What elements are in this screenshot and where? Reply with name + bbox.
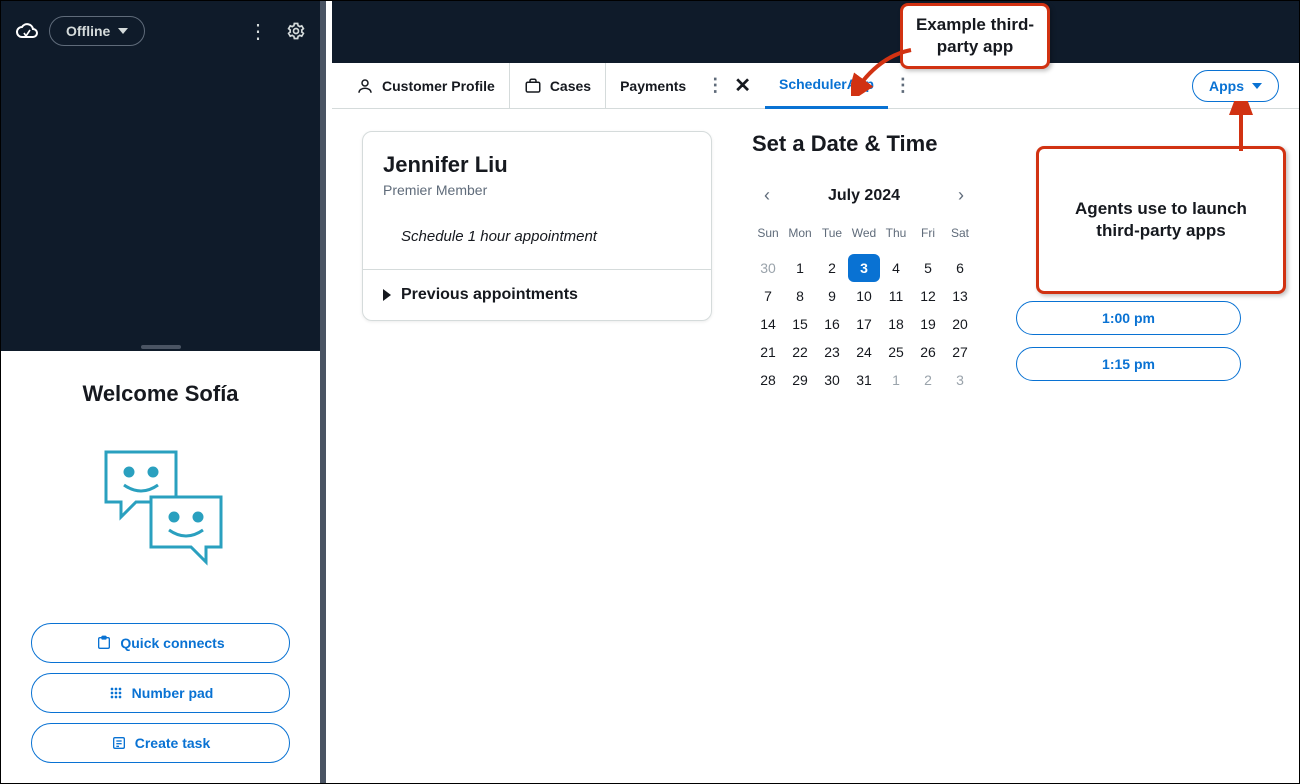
calendar-day[interactable]: 15 bbox=[784, 310, 816, 338]
calendar-day[interactable]: 11 bbox=[880, 282, 912, 310]
calendar-day[interactable]: 31 bbox=[848, 366, 880, 394]
calendar-dow: Tue bbox=[816, 226, 848, 254]
calendar-day[interactable]: 13 bbox=[944, 282, 976, 310]
calendar-day[interactable]: 29 bbox=[784, 366, 816, 394]
calendar-day[interactable]: 4 bbox=[880, 254, 912, 282]
tab-cases-label: Cases bbox=[550, 78, 591, 94]
calendar-day[interactable]: 19 bbox=[912, 310, 944, 338]
calendar-day[interactable]: 2 bbox=[816, 254, 848, 282]
calendar-day[interactable]: 2 bbox=[912, 366, 944, 394]
number-pad-label: Number pad bbox=[132, 685, 214, 701]
calendar-day[interactable]: 10 bbox=[848, 282, 880, 310]
create-task-label: Create task bbox=[135, 735, 211, 751]
customer-name: Jennifer Liu bbox=[383, 152, 691, 178]
calendar-dow: Mon bbox=[784, 226, 816, 254]
settings-gear-icon[interactable] bbox=[286, 19, 306, 44]
workspace-panel: Customer Profile Cases Payments ⋮ ✕ Sche… bbox=[332, 1, 1299, 783]
calendar-grid: SunMonTueWedThuFriSat3012345678910111213… bbox=[752, 226, 976, 394]
calendar-day[interactable]: 3 bbox=[944, 366, 976, 394]
calendar-day[interactable]: 22 bbox=[784, 338, 816, 366]
calendar-day[interactable]: 21 bbox=[752, 338, 784, 366]
timeslot-button[interactable]: 1:00 pm bbox=[1016, 301, 1241, 335]
customer-tier: Premier Member bbox=[383, 182, 691, 198]
welcome-heading: Welcome Sofía bbox=[82, 381, 238, 407]
create-task-button[interactable]: Create task bbox=[31, 723, 290, 763]
calendar-day[interactable]: 1 bbox=[784, 254, 816, 282]
calendar-day[interactable]: 27 bbox=[944, 338, 976, 366]
calendar-day[interactable]: 18 bbox=[880, 310, 912, 338]
calendar-prev-month[interactable]: ‹ bbox=[756, 181, 778, 210]
calendar-dow: Wed bbox=[848, 226, 880, 254]
apps-label: Apps bbox=[1209, 78, 1244, 94]
calendar-day[interactable]: 5 bbox=[912, 254, 944, 282]
workspace-header-bar bbox=[332, 1, 1299, 63]
caret-right-icon bbox=[383, 289, 391, 301]
calendar-day[interactable]: 1 bbox=[880, 366, 912, 394]
number-pad-button[interactable]: Number pad bbox=[31, 673, 290, 713]
calendar-day[interactable]: 25 bbox=[880, 338, 912, 366]
calendar-day[interactable]: 30 bbox=[816, 366, 848, 394]
calendar-dow: Sat bbox=[944, 226, 976, 254]
agent-panel: Offline ⋮ Welcome Sofía bbox=[1, 1, 326, 783]
tab-scheduler-more-icon[interactable]: ⋮ bbox=[888, 75, 918, 96]
chevron-down-icon bbox=[1252, 83, 1262, 89]
previous-appointments-toggle[interactable]: Previous appointments bbox=[363, 269, 711, 320]
calendar-day[interactable]: 9 bbox=[816, 282, 848, 310]
calendar-dow: Sun bbox=[752, 226, 784, 254]
agent-panel-top: Offline ⋮ bbox=[1, 1, 320, 351]
tabs-bar: Customer Profile Cases Payments ⋮ ✕ Sche… bbox=[332, 63, 1299, 109]
calendar-day[interactable]: 24 bbox=[848, 338, 880, 366]
calendar-dow: Fri bbox=[912, 226, 944, 254]
tab-scheduler-app[interactable]: SchedulerApp bbox=[765, 63, 888, 109]
agent-status-dropdown[interactable]: Offline bbox=[49, 16, 145, 46]
calendar-day[interactable]: 16 bbox=[816, 310, 848, 338]
calendar-day[interactable]: 12 bbox=[912, 282, 944, 310]
timeslot-button[interactable]: 1:15 pm bbox=[1016, 347, 1241, 381]
tab-payments-close-icon[interactable]: ✕ bbox=[730, 73, 755, 98]
calendar-day[interactable]: 17 bbox=[848, 310, 880, 338]
calendar-month-label: July 2024 bbox=[828, 187, 900, 205]
callout-apps-launch: Agents use to launch third-party apps bbox=[1036, 146, 1286, 294]
callout-third-party-app: Example third-party app bbox=[900, 3, 1050, 69]
calendar-day[interactable]: 6 bbox=[944, 254, 976, 282]
tab-customer-profile[interactable]: Customer Profile bbox=[342, 63, 509, 109]
tab-customer-profile-label: Customer Profile bbox=[382, 78, 495, 94]
calendar-dow: Thu bbox=[880, 226, 912, 254]
calendar-day[interactable]: 23 bbox=[816, 338, 848, 366]
cloud-status-icon bbox=[15, 19, 39, 43]
more-vert-icon[interactable]: ⋮ bbox=[248, 19, 268, 44]
drag-handle[interactable] bbox=[141, 345, 181, 349]
calendar-day[interactable]: 26 bbox=[912, 338, 944, 366]
tab-payments-label: Payments bbox=[620, 78, 686, 94]
calendar-day[interactable]: 14 bbox=[752, 310, 784, 338]
calendar-day[interactable]: 8 bbox=[784, 282, 816, 310]
quick-connects-button[interactable]: Quick connects bbox=[31, 623, 290, 663]
calendar-day[interactable]: 28 bbox=[752, 366, 784, 394]
customer-task: Schedule 1 hour appointment bbox=[401, 228, 691, 245]
previous-appointments-label: Previous appointments bbox=[401, 286, 578, 304]
customer-card: Jennifer Liu Premier Member Schedule 1 h… bbox=[362, 131, 712, 321]
calendar-day[interactable]: 7 bbox=[752, 282, 784, 310]
tab-scheduler-label: SchedulerApp bbox=[779, 76, 874, 92]
agent-status-label: Offline bbox=[66, 23, 110, 39]
quick-connects-label: Quick connects bbox=[120, 635, 224, 651]
calendar-next-month[interactable]: › bbox=[950, 181, 972, 210]
chat-illustration bbox=[96, 437, 226, 570]
chevron-down-icon bbox=[118, 28, 128, 34]
tab-payments-more-icon[interactable]: ⋮ bbox=[700, 75, 730, 96]
agent-panel-bottom: Welcome Sofía Quick co bbox=[1, 351, 320, 783]
calendar: ‹ July 2024 › SunMonTueWedThuFriSat30123… bbox=[752, 181, 976, 394]
calendar-day[interactable]: 30 bbox=[752, 254, 784, 282]
tab-cases[interactable]: Cases bbox=[509, 63, 605, 109]
tab-payments[interactable]: Payments bbox=[605, 63, 700, 109]
apps-dropdown-button[interactable]: Apps bbox=[1192, 70, 1279, 102]
calendar-day[interactable]: 20 bbox=[944, 310, 976, 338]
calendar-day[interactable]: 3 bbox=[848, 254, 880, 282]
